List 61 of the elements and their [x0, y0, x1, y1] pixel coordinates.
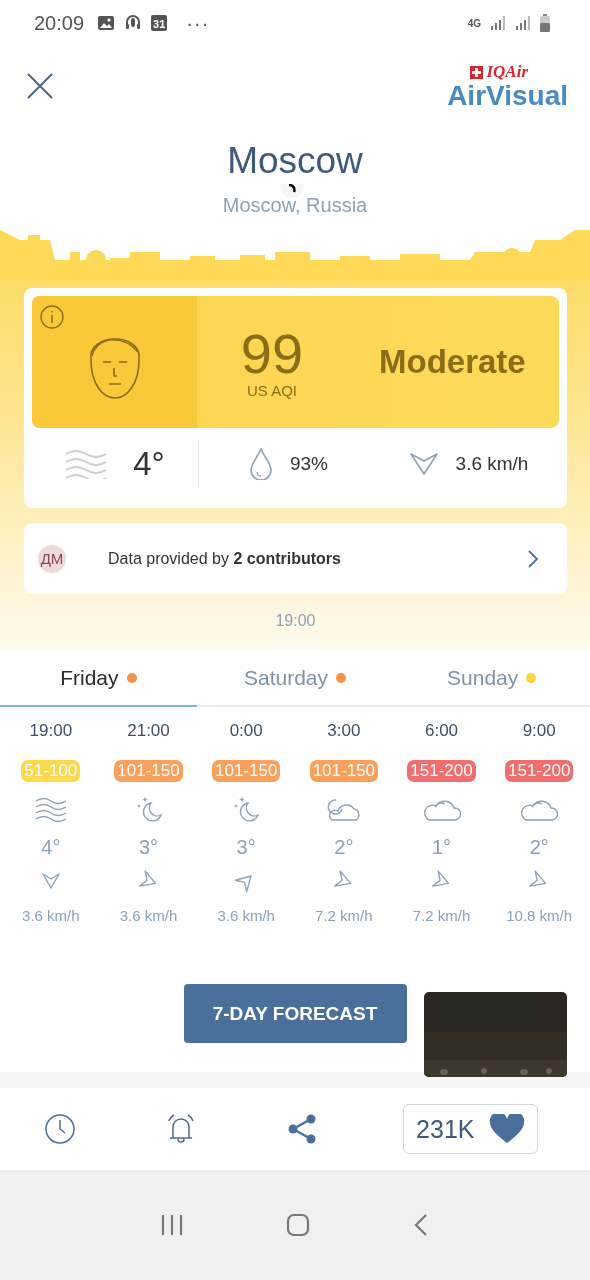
region-subtitle: Moscow, Russia [222, 194, 368, 217]
info-icon [40, 305, 64, 329]
brand-name: IQAir [486, 62, 528, 82]
hour-temperature: 1° [431, 836, 452, 859]
aqi-range-badge: 151-200 [505, 760, 574, 782]
hour-label: 0:00 [229, 721, 263, 742]
wind-waves-icon [65, 449, 108, 479]
forecast-button[interactable]: 7-DAY FORECAST [183, 984, 407, 1043]
aqi-unit: US AQI [247, 381, 297, 399]
hour-temperature: 4° [41, 836, 61, 859]
status-time: 20:09 [34, 11, 85, 35]
more-notifications: ··· [186, 11, 210, 35]
hour-wind-speed: 7.2 km/h [412, 907, 471, 924]
hour-temperature: 3° [236, 836, 256, 859]
temperature-value: 4° [133, 445, 165, 483]
hour-wind-speed: 10.8 km/h [506, 907, 573, 924]
aqi-status: Moderate [379, 343, 526, 381]
contributor-logo: ДМ [38, 544, 66, 573]
hour-label: 21:00 [127, 721, 170, 742]
hour-label: 19:00 [29, 721, 73, 742]
hour-wind-speed: 3.6 km/h [217, 907, 275, 924]
hour-temperature: 3° [138, 836, 159, 859]
day-tab[interactable]: Friday [0, 650, 197, 707]
heart-icon [488, 1114, 525, 1144]
hour-wind-speed: 3.6 km/h [119, 907, 178, 924]
humidity-value: 93% [290, 453, 328, 475]
image-icon [97, 15, 116, 31]
aqi-range-badge: 151-200 [407, 760, 476, 782]
close-button[interactable] [26, 72, 54, 100]
hour-temperature: 2° [529, 836, 549, 859]
updated-time: 19:00 [274, 612, 317, 630]
app-logo: AirVisual [447, 82, 568, 110]
droplet-icon [250, 448, 272, 480]
recent-apps-icon[interactable] [161, 1214, 184, 1236]
home-icon[interactable] [286, 1213, 310, 1237]
aqi-range-badge: 101-150 [114, 760, 183, 782]
battery-icon [540, 14, 550, 32]
aqi-range-badge: 101-150 [309, 760, 379, 782]
hour-label: 6:00 [424, 721, 459, 742]
network-type: 4G [467, 17, 481, 29]
signal-icon [490, 15, 506, 31]
like-button[interactable]: 231K [403, 1104, 538, 1154]
chevron-right-icon [527, 548, 539, 569]
back-icon[interactable] [412, 1213, 429, 1237]
contributors-card[interactable]: ДМ Data provided by 2 contributors [24, 523, 567, 594]
hour-label: 9:00 [522, 721, 556, 742]
wind-arrow-icon [40, 871, 61, 891]
headset-icon [124, 14, 143, 32]
calendar-icon: 31 [151, 15, 168, 31]
city-title: Moscow [227, 140, 363, 182]
hour-wind-speed: 7.2 km/h [315, 907, 373, 924]
aqi-value: 99 [240, 325, 304, 382]
wind-speed-value: 3.6 km/h [455, 453, 529, 475]
swiss-cross-icon [470, 65, 484, 79]
wind-arrow-icon [409, 452, 438, 476]
hour-temperature: 2° [334, 836, 354, 859]
aqi-range-badge: 51-100 [21, 760, 81, 782]
aqi-range-badge: 101-150 [212, 760, 281, 782]
hour-wind-speed: 3.6 km/h [22, 907, 80, 924]
hour-label: 3:00 [327, 721, 361, 742]
signal-icon [515, 15, 531, 31]
